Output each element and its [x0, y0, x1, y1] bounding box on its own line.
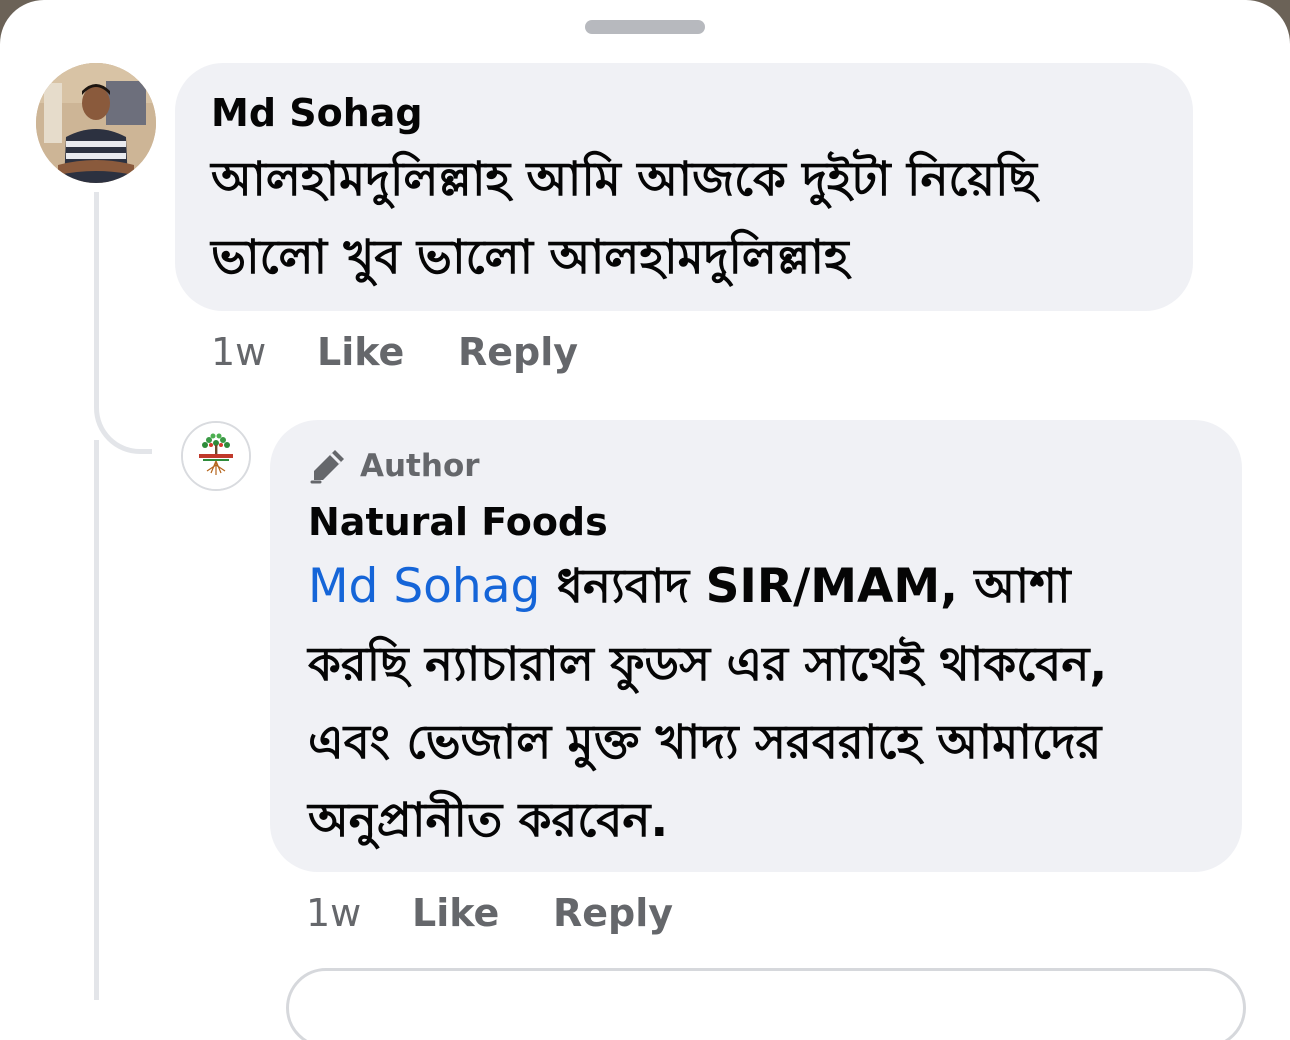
natural-foods-logo-icon	[183, 423, 249, 489]
page-avatar[interactable]	[181, 421, 251, 491]
author-badge-label: Author	[360, 448, 480, 484]
comments-sheet: Md Sohag আলহামদুলিল্লাহ আমি আজকে দুইটা ন…	[0, 0, 1290, 1040]
reply-text-line: করছি ন্যাচারাল ফুডস এর সাথেই থাকবেন,	[308, 637, 1108, 692]
reply-actions: 1w Like Reply	[306, 888, 673, 938]
comment-text-line: আলহামদুলিল্লাহ আমি আজকে দুইটা নিয়েছি	[211, 152, 1038, 207]
reply-composer-input[interactable]	[286, 968, 1246, 1040]
reply-button[interactable]: Reply	[553, 891, 673, 935]
reply-text-segment: ধন্যবাদ SIR/MAM, আশা	[540, 559, 1071, 614]
reply-author[interactable]: Natural Foods	[308, 498, 1204, 546]
comment-author[interactable]: Md Sohag	[211, 89, 1157, 137]
author-badge: Author	[308, 446, 1204, 486]
thread-line	[94, 440, 99, 1000]
like-button[interactable]: Like	[412, 891, 553, 935]
reply-text-line: Md Sohag ধন্যবাদ SIR/MAM, আশা	[308, 548, 1204, 626]
like-button[interactable]: Like	[317, 330, 458, 374]
reply-text-line: এবং ভেজাল মুক্ত খাদ্য সরবরাহে আমাদের	[308, 715, 1102, 770]
reply-timestamp[interactable]: 1w	[306, 891, 412, 935]
comment-actions: 1w Like Reply	[211, 327, 578, 377]
reply-bubble: Author Natural Foods Md Sohag ধন্যবাদ SI…	[270, 420, 1242, 872]
comment-text: আলহামদুলিল্লাহ আমি আজকে দুইটা নিয়েছি ভা…	[211, 141, 1157, 297]
reply-button[interactable]: Reply	[458, 330, 578, 374]
mention-link[interactable]: Md Sohag	[308, 559, 540, 614]
thread-connector	[94, 192, 152, 454]
reply-text: Md Sohag ধন্যবাদ SIR/MAM, আশা করছি ন্যাচ…	[308, 548, 1204, 860]
user-photo-icon	[36, 63, 156, 183]
avatar[interactable]	[36, 63, 156, 183]
comment-bubble: Md Sohag আলহামদুলিল্লাহ আমি আজকে দুইটা ন…	[175, 63, 1193, 311]
reply-text-line: অনুপ্রানীত করবেন.	[308, 793, 669, 848]
comment-text-line: ভালো খুব ভালো আলহামদুলিল্লাহ	[211, 230, 849, 285]
drag-handle[interactable]	[585, 20, 705, 34]
pencil-icon	[310, 450, 344, 484]
comment-timestamp[interactable]: 1w	[211, 330, 317, 374]
